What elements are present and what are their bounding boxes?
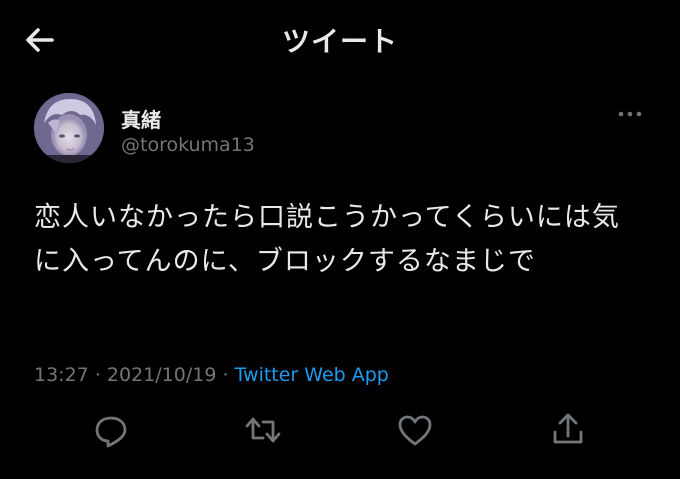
tweet-time: 13:27	[34, 364, 89, 386]
reply-button[interactable]	[91, 410, 131, 450]
avatar[interactable]	[34, 93, 104, 163]
like-button[interactable]	[395, 410, 435, 450]
share-icon	[553, 413, 583, 444]
tweet-text: 恋人いなかったら口説こうかってくらいには気に入ってんのに、ブロックするなまじで	[34, 202, 620, 277]
share-button[interactable]	[548, 410, 588, 450]
more-horizontal-icon	[618, 111, 642, 117]
top-bar: ツイート	[0, 0, 680, 76]
user-handle: @torokuma13	[121, 134, 255, 156]
meta-separator: ·	[94, 364, 101, 386]
tweet-author: 真緒 @torokuma13	[34, 90, 654, 170]
tweet-metadata: 13:27 · 2021/10/19 · Twitter Web App	[34, 364, 389, 386]
reply-icon	[95, 416, 127, 448]
tweet-date: 2021/10/19	[106, 364, 217, 386]
retweet-icon	[245, 417, 281, 443]
more-options-button[interactable]	[612, 102, 648, 126]
avatar-image	[34, 93, 104, 163]
heart-icon	[398, 415, 432, 446]
meta-separator: ·	[222, 364, 229, 386]
tweet-actions	[0, 410, 680, 454]
tweet-source-link[interactable]: Twitter Web App	[235, 364, 389, 386]
page-title: ツイート	[281, 25, 398, 58]
retweet-button[interactable]	[243, 410, 283, 450]
display-name[interactable]: 真緒	[121, 104, 161, 133]
